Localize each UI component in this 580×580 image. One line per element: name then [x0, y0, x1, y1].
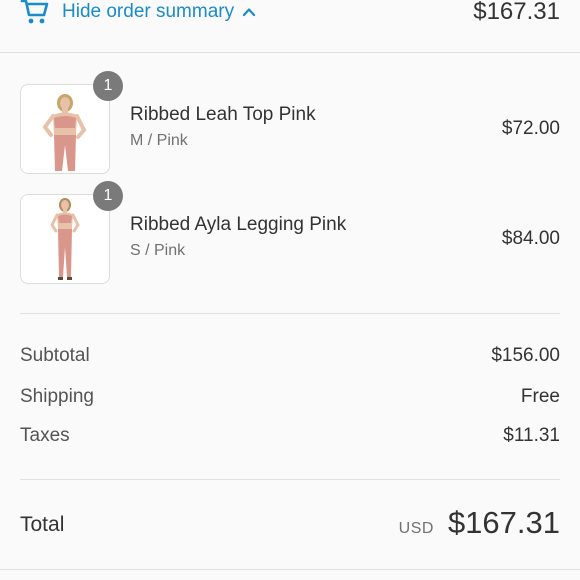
chevron-up-icon [243, 8, 256, 17]
total-amount: $167.31 [447, 505, 560, 540]
product-image-top [21, 85, 109, 173]
taxes-value: $11.31 [503, 425, 560, 446]
subtotal-value: $156.00 [491, 345, 560, 366]
product-image-legging [21, 195, 109, 283]
item-price: $84.00 [501, 228, 560, 249]
total-row: Total USD $167.31 [20, 505, 560, 549]
shipping-label: Shipping [20, 386, 94, 407]
cart-icon [20, 0, 49, 24]
quantity-badge: 1 [93, 181, 123, 211]
currency-code: USD [398, 520, 434, 537]
shipping-value: Free [520, 386, 560, 407]
item-name: Ribbed Leah Top Pink [130, 104, 316, 125]
divider [20, 313, 560, 314]
item-price: $72.00 [501, 118, 560, 139]
subtotal-label: Subtotal [20, 345, 90, 366]
order-summary-page: Hide order summary $167.31 1 Ribbed Leah… [0, 0, 580, 580]
shipping-row: Shipping Free [20, 386, 560, 412]
subtotal-row: Subtotal $156.00 [20, 345, 560, 371]
header-order-total: $167.31 [473, 0, 560, 25]
item-variant: S / Pink [130, 242, 186, 259]
product-thumbnail: 1 [20, 181, 123, 284]
item-variant: M / Pink [130, 132, 188, 149]
product-thumbnail: 1 [20, 71, 123, 174]
order-summary-toggle-bar: Hide order summary $167.31 [0, 0, 580, 53]
line-item: 1 Ribbed Ayla Legging Pink S / Pink $84.… [20, 181, 560, 284]
total-label: Total [20, 513, 65, 536]
toggle-order-summary-label: Hide order summary [62, 1, 235, 22]
bottom-divider [0, 569, 580, 570]
total-amount-group: USD $167.31 [399, 505, 560, 541]
toggle-order-summary-button[interactable]: Hide order summary [20, 0, 256, 30]
taxes-row: Taxes $11.31 [20, 425, 560, 451]
item-name: Ribbed Ayla Legging Pink [130, 214, 347, 235]
quantity-badge: 1 [93, 71, 123, 101]
divider [20, 479, 560, 480]
taxes-label: Taxes [20, 425, 70, 446]
line-item: 1 Ribbed Leah Top Pink M / Pink $72.00 [20, 71, 560, 174]
